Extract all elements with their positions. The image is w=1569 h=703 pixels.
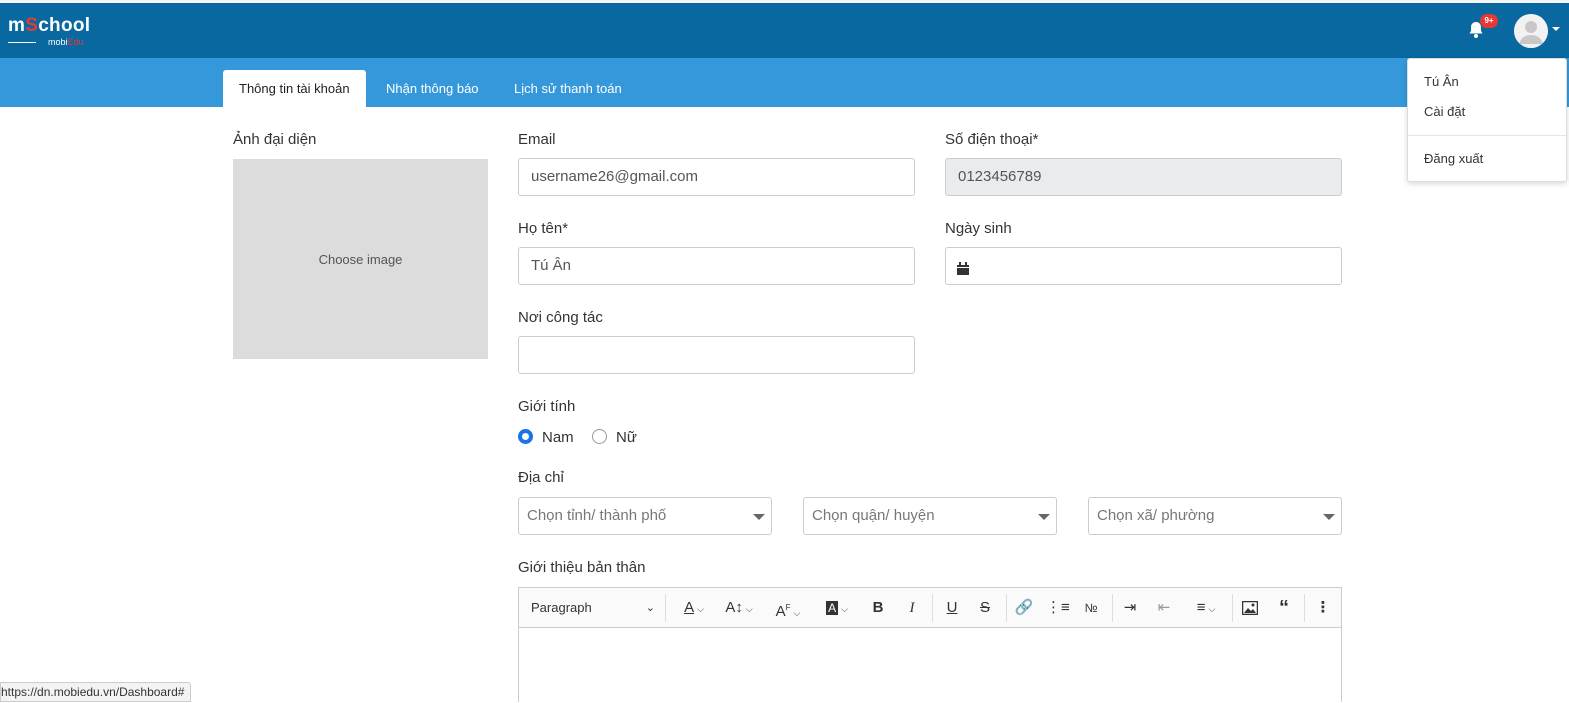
numbered-list-icon[interactable]: № <box>1080 596 1102 620</box>
rich-text-editor: Paragraph ⌄ A ⌵ A↕ ⌵ AF⌵ A ⌵ B I U S 🔗 ⋮≡ №… <box>518 587 1342 702</box>
bold-icon[interactable]: B <box>867 596 889 620</box>
gender-male-label[interactable]: Nam <box>542 429 574 446</box>
toolbar-separator <box>932 594 933 622</box>
underline-icon[interactable]: U <box>941 596 963 620</box>
tab-bar: Thông tin tài khoản Nhận thông báo Lịch … <box>0 58 1569 107</box>
image-icon[interactable] <box>1239 596 1261 620</box>
user-menu-caret-icon[interactable] <box>1552 27 1560 31</box>
toolbar-separator <box>1304 594 1305 622</box>
email-field[interactable]: username26@gmail.com <box>518 158 915 196</box>
district-select[interactable]: Chọn quận/ huyện <box>803 497 1057 535</box>
bio-label: Giới thiệu bản thân <box>518 559 646 576</box>
tab-account-info[interactable]: Thông tin tài khoản <box>223 70 366 107</box>
strikethrough-icon[interactable]: S <box>974 596 996 620</box>
align-icon[interactable]: ≡ ⌵ <box>1187 596 1225 620</box>
link-icon[interactable]: 🔗 <box>1013 596 1035 620</box>
logo-subtext: mobiEdu <box>48 37 84 47</box>
email-label: Email <box>518 131 556 148</box>
menu-item-settings[interactable]: Cài đặt <box>1424 104 1465 119</box>
indent-icon[interactable]: ⇥ <box>1119 596 1141 620</box>
editor-content-area[interactable] <box>519 628 1341 703</box>
chevron-down-icon: ⌄ <box>645 602 655 614</box>
workplace-label: Nơi công tác <box>518 309 603 326</box>
province-placeholder: Chọn tỉnh/ thành phố <box>527 507 667 524</box>
menu-item-username[interactable]: Tú Ân <box>1424 74 1459 89</box>
font-family-icon[interactable]: AF⌵ <box>769 596 807 620</box>
gender-radio-female[interactable] <box>592 429 607 444</box>
toolbar-separator <box>1112 594 1113 622</box>
paragraph-label: Paragraph <box>531 600 592 615</box>
dob-field[interactable] <box>945 247 1342 285</box>
dropdown-arrow-icon <box>753 514 765 520</box>
avatar-upload-box[interactable]: Choose image <box>233 159 488 359</box>
menu-item-logout[interactable]: Đăng xuất <box>1424 151 1483 166</box>
avatar-label: Ảnh đại diện <box>233 131 317 148</box>
ward-placeholder: Chọn xã/ phường <box>1097 507 1215 524</box>
district-placeholder: Chọn quận/ huyện <box>812 507 935 524</box>
font-size-icon[interactable]: A↕ ⌵ <box>719 596 759 620</box>
dropdown-arrow-icon <box>1038 514 1050 520</box>
name-label: Họ tên* <box>518 220 569 237</box>
phone-label: Số điện thoại* <box>945 131 1039 148</box>
calendar-icon[interactable] <box>956 254 970 290</box>
toolbar-separator <box>1006 594 1007 622</box>
phone-field: 0123456789 <box>945 158 1342 196</box>
highlight-icon[interactable]: A ⌵ <box>817 596 857 620</box>
user-avatar[interactable] <box>1514 14 1548 48</box>
more-icon[interactable]: ⋮ <box>1312 596 1334 620</box>
outdent-icon[interactable]: ⇤ <box>1153 596 1175 620</box>
italic-icon[interactable]: I <box>901 596 923 620</box>
dob-label: Ngày sinh <box>945 220 1012 237</box>
top-header: mSchool mobiEdu <box>0 0 1569 58</box>
tab-notifications[interactable]: Nhận thông báo <box>370 70 495 107</box>
logo-text: mSchool <box>8 15 91 36</box>
dropdown-arrow-icon <box>1323 514 1335 520</box>
menu-divider <box>1408 135 1566 136</box>
paragraph-format-select[interactable]: Paragraph ⌄ <box>525 596 659 620</box>
status-url: https://dn.mobiedu.vn/Dashboard# <box>0 682 192 702</box>
workplace-field[interactable] <box>518 336 915 374</box>
font-color-icon[interactable]: A ⌵ <box>676 596 712 620</box>
blockquote-icon[interactable]: “ <box>1273 596 1295 620</box>
gender-radio-male[interactable] <box>518 429 533 444</box>
gender-label: Giới tính <box>518 398 576 415</box>
name-field[interactable]: Tú Ân <box>518 247 915 285</box>
tab-payment-history[interactable]: Lịch sử thanh toán <box>498 70 638 107</box>
ward-select[interactable]: Chọn xã/ phường <box>1088 497 1342 535</box>
toolbar-separator <box>1232 594 1233 622</box>
logo-line <box>8 42 36 43</box>
gender-female-label[interactable]: Nữ <box>616 429 637 446</box>
mschool-logo[interactable]: mSchool mobiEdu <box>8 15 108 51</box>
address-label: Địa chỉ <box>518 469 564 486</box>
user-dropdown-menu: Tú Ân Cài đặt Đăng xuất <box>1407 58 1567 182</box>
toolbar-separator <box>665 594 666 622</box>
notification-badge: 9+ <box>1480 14 1498 28</box>
editor-toolbar: Paragraph ⌄ A ⌵ A↕ ⌵ AF⌵ A ⌵ B I U S 🔗 ⋮≡ №… <box>519 588 1341 628</box>
bulleted-list-icon[interactable]: ⋮≡ <box>1046 596 1070 620</box>
choose-image-text: Choose image <box>318 252 403 267</box>
province-select[interactable]: Chọn tỉnh/ thành phố <box>518 497 772 535</box>
